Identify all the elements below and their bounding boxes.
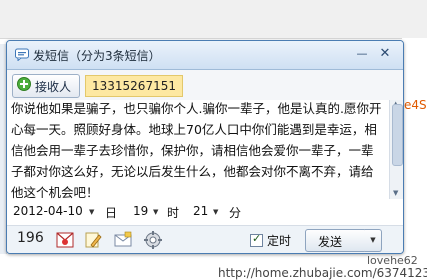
send-options-dropdown-icon[interactable]: ▼ bbox=[365, 229, 382, 252]
add-recipient-label: 接收人 bbox=[35, 80, 72, 94]
char-count: 196 bbox=[17, 230, 44, 246]
envelope-icon[interactable] bbox=[113, 230, 133, 250]
checkmark-icon: ✓ bbox=[252, 232, 262, 245]
timed-send-label: 定时 bbox=[267, 234, 292, 248]
minimize-button[interactable]: — bbox=[354, 47, 370, 61]
recipient-row: 接收人 13315267151 bbox=[7, 70, 403, 101]
message-text: 你说他如果是骗子，也只骗你个人.骗你一辈子，他是认真的.愿你开心每一天。照顾好身… bbox=[11, 101, 382, 200]
close-button[interactable]: ✕ bbox=[377, 47, 393, 61]
send-sms-dialog: 发短信（分为3条短信） — ✕ 接收人 13315267151 你说他如果是骗子… bbox=[6, 40, 404, 254]
schedule-row: 2012-04-10 ▼ 日 19 ▼ 时 21 ▼ 分 bbox=[7, 199, 403, 225]
minute-dropdown-icon[interactable]: ▼ bbox=[213, 208, 218, 216]
message-textarea[interactable]: 你说他如果是骗子，也只骗你个人.骗你一辈子，他是认真的.愿你开心每一天。照顾好身… bbox=[7, 100, 389, 200]
date-picker[interactable]: 2012-04-10 bbox=[13, 204, 83, 218]
timed-send-checkbox[interactable]: ✓ bbox=[250, 232, 263, 247]
background-text-fragment: e4S bbox=[404, 98, 427, 112]
window-title: 发短信（分为3条短信） bbox=[33, 49, 161, 63]
add-recipient-button[interactable]: 接收人 bbox=[12, 74, 80, 98]
recipient-phone-field[interactable]: 13315267151 bbox=[85, 75, 183, 97]
message-scrollbar[interactable]: ▲ ▼ bbox=[389, 100, 403, 199]
background-toolbar bbox=[0, 0, 427, 39]
hour-select[interactable]: 19 bbox=[133, 204, 148, 218]
hour-dropdown-icon[interactable]: ▼ bbox=[153, 208, 158, 216]
day-unit-label: 日 bbox=[105, 206, 118, 220]
stamp-icon[interactable] bbox=[55, 230, 75, 250]
plus-icon bbox=[17, 77, 31, 91]
hour-unit-label: 时 bbox=[167, 206, 180, 220]
note-pencil-icon[interactable] bbox=[83, 230, 103, 250]
settings-gear-icon[interactable] bbox=[143, 230, 163, 250]
scroll-down-arrow-icon[interactable]: ▼ bbox=[393, 189, 398, 197]
send-button-label: 发送 bbox=[318, 235, 343, 249]
sms-app-icon bbox=[15, 48, 29, 61]
send-button[interactable]: 发送 bbox=[305, 229, 367, 252]
background-page: e4S bbox=[402, 38, 427, 280]
minute-unit-label: 分 bbox=[229, 206, 242, 220]
scrollbar-thumb[interactable] bbox=[392, 104, 403, 166]
watermark-url: http://home.zhubajie.com/6374123/ bbox=[218, 266, 427, 280]
minute-select[interactable]: 21 bbox=[193, 204, 208, 218]
footer-bar: 196 ✓ 定时 发送 ▼ bbox=[7, 225, 403, 253]
title-bar[interactable]: 发短信（分为3条短信） — ✕ bbox=[7, 41, 403, 70]
date-dropdown-icon[interactable]: ▼ bbox=[89, 208, 94, 216]
